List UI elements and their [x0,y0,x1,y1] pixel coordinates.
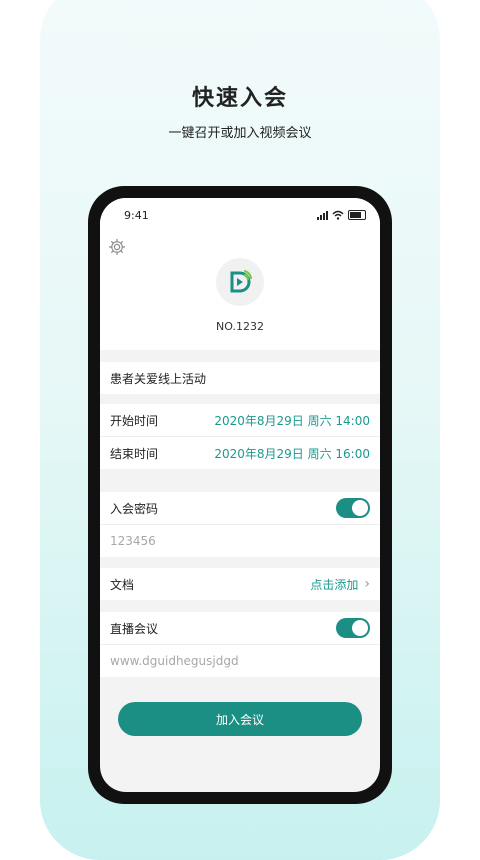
join-meeting-button[interactable]: 加入会议 [118,702,362,736]
password-value-row[interactable]: 123456 [100,525,380,557]
gear-icon[interactable] [108,238,126,256]
password-value[interactable]: 123456 [110,534,156,548]
app-logo [216,258,264,306]
status-icons [317,209,366,221]
end-time-row[interactable]: 结束时间 2020年8月29日 周六 16:00 [100,437,380,469]
meeting-number: NO.1232 [216,320,264,333]
start-time-value[interactable]: 2020年8月29日 周六 14:00 [214,412,370,429]
signal-icon [317,210,328,220]
topic-row[interactable]: 患者关爱线上活动 [100,362,380,394]
live-url-row[interactable]: www.dguidhegusjdgd [100,645,380,677]
wifi-icon [332,210,344,220]
password-toggle[interactable] [336,498,370,518]
toggle-knob [352,500,368,516]
topic-section: 患者关爱线上活动 [100,362,380,394]
start-time-row[interactable]: 开始时间 2020年8月29日 周六 14:00 [100,404,380,437]
phone-mockup: 9:41 NO.1232 患者关爱线上活动 开始时间 2020年8月29日 周六… [88,186,392,804]
logo-icon [230,269,253,293]
live-label: 直播会议 [110,621,159,636]
meeting-header: NO.1232 [100,232,380,350]
document-label: 文档 [110,577,135,592]
document-section: 文档 点击添加 › [100,568,380,600]
live-url[interactable]: www.dguidhegusjdgd [110,654,239,668]
live-toggle-row: 直播会议 [100,612,380,645]
add-document-link[interactable]: 点击添加 [310,576,358,593]
hero-title: 快速入会 [191,86,288,111]
live-section: 直播会议 www.dguidhegusjdgd [100,612,380,677]
status-bar: 9:41 [100,198,380,232]
chevron-right-icon: › [364,576,370,592]
password-label: 入会密码 [110,501,159,516]
toggle-knob [352,620,368,636]
end-time-label: 结束时间 [110,446,159,461]
time-section: 开始时间 2020年8月29日 周六 14:00 结束时间 2020年8月29日… [100,404,380,469]
password-toggle-row: 入会密码 [100,492,380,525]
start-time-label: 开始时间 [110,413,159,428]
phone-screen: 9:41 NO.1232 患者关爱线上活动 开始时间 2020年8月29日 周六… [100,198,380,792]
document-row[interactable]: 文档 点击添加 › [100,568,380,600]
status-time: 9:41 [124,209,149,222]
password-section: 入会密码 123456 [100,492,380,557]
end-time-value[interactable]: 2020年8月29日 周六 16:00 [214,445,370,462]
topic-text: 患者关爱线上活动 [110,371,207,386]
live-toggle[interactable] [336,618,370,638]
battery-icon [348,210,366,220]
hero-subtitle: 一键召开或加入视频会议 [168,126,312,141]
